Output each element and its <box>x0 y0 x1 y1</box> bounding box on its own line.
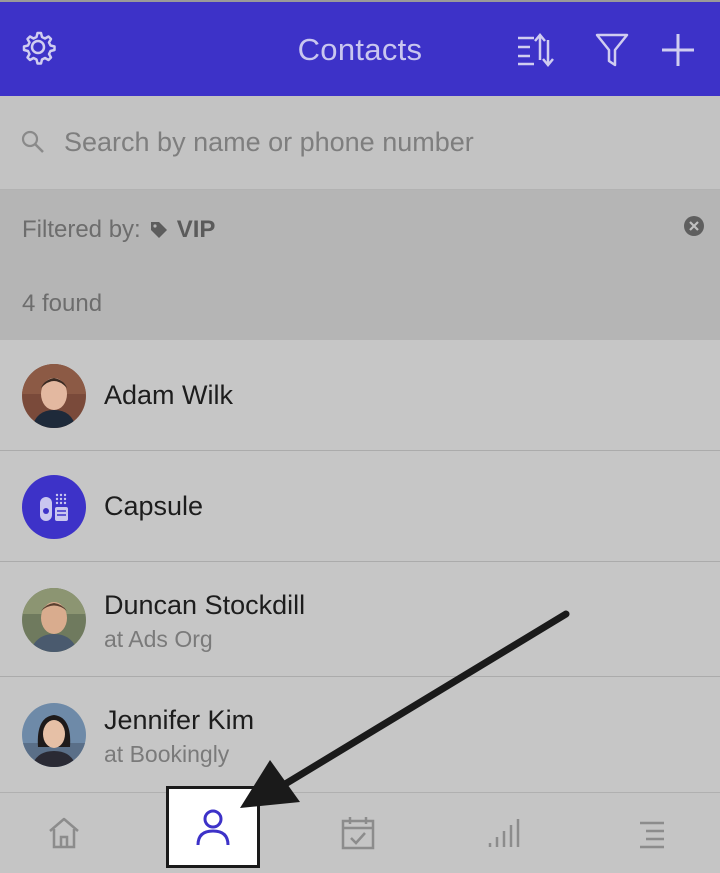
contact-list: Adam Wilk Capsule Duncan Stockdill at Ad… <box>0 340 720 792</box>
home-icon <box>49 817 79 849</box>
avatar <box>22 588 86 652</box>
result-count: 4 found <box>22 290 103 317</box>
filter-panel: Filtered by: VIP 4 found <box>0 190 720 340</box>
search-bar[interactable]: Search by name or phone number <box>0 96 720 190</box>
tab-home[interactable] <box>16 793 112 873</box>
contact-organization: at Ads Org <box>104 626 213 652</box>
tab-more[interactable] <box>604 793 700 873</box>
filter-label: Filtered by: <box>22 216 141 243</box>
contact-name: Jennifer Kim <box>104 705 255 735</box>
tab-tasks[interactable] <box>310 793 406 873</box>
avatar <box>22 703 86 767</box>
search-input[interactable]: Search by name or phone number <box>64 127 474 158</box>
tab-bar <box>0 786 720 873</box>
filter-label-row: Filtered by: VIP <box>22 216 215 244</box>
list-item[interactable]: Duncan Stockdill at Ads Org <box>0 562 720 677</box>
sort-icon[interactable] <box>516 30 556 70</box>
clear-filter-icon[interactable] <box>683 215 705 237</box>
plus-icon[interactable] <box>658 30 698 70</box>
filter-tag-value: VIP <box>176 216 216 243</box>
menu-icon <box>640 821 664 849</box>
contact-name: Duncan Stockdill <box>104 590 306 620</box>
filter-icon[interactable] <box>592 30 632 70</box>
tag-icon <box>150 222 167 238</box>
avatar <box>22 475 86 539</box>
avatar <box>22 364 86 428</box>
app-header: Contacts <box>0 0 720 96</box>
person-icon <box>196 809 230 846</box>
list-item[interactable]: Jennifer Kim at Bookingly <box>0 677 720 792</box>
list-item[interactable]: Adam Wilk <box>0 340 720 451</box>
capsule-logo-icon <box>40 493 68 521</box>
bar-chart-icon <box>488 819 520 847</box>
calendar-check-icon <box>341 817 375 850</box>
contact-name: Capsule <box>104 491 204 521</box>
contact-organization: at Bookingly <box>104 741 230 767</box>
list-item[interactable]: Capsule <box>0 451 720 562</box>
tab-contacts[interactable] <box>166 786 260 868</box>
search-icon <box>21 130 44 153</box>
contact-name: Adam Wilk <box>104 380 234 410</box>
tab-reports[interactable] <box>456 793 552 873</box>
